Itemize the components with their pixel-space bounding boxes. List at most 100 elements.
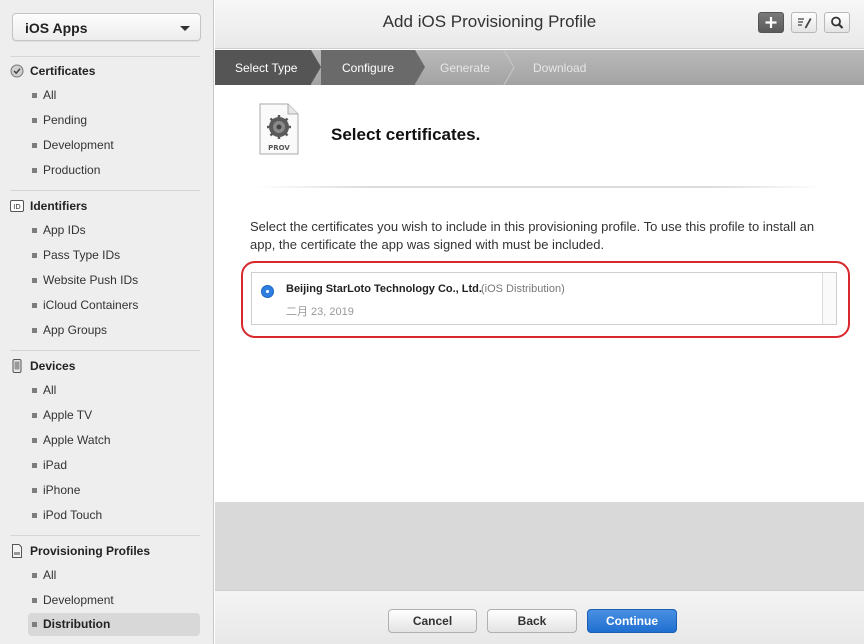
bullet-icon bbox=[32, 463, 37, 468]
sidebar-item-icloud-containers[interactable]: iCloud Containers bbox=[28, 294, 200, 317]
nav-label: Apple TV bbox=[43, 408, 93, 422]
instructions-text: Select the certificates you wish to incl… bbox=[250, 219, 815, 252]
wizard-footer: Cancel Back Continue bbox=[215, 590, 864, 644]
bullet-icon bbox=[32, 488, 37, 493]
search-icon bbox=[831, 16, 844, 29]
divider bbox=[10, 56, 200, 57]
nav-label: iPod Touch bbox=[43, 508, 103, 522]
id-badge-text: ID bbox=[13, 203, 20, 211]
sidebar-item-apple-watch[interactable]: Apple Watch bbox=[28, 429, 200, 452]
sidebar-item-app-groups[interactable]: App Groups bbox=[28, 319, 200, 342]
nav-label: App Groups bbox=[43, 323, 108, 337]
section-identifiers[interactable]: ID Identifiers bbox=[0, 195, 214, 219]
sidebar-item-website-push-ids[interactable]: Website Push IDs bbox=[28, 269, 200, 292]
sidebar-item-certificates-production[interactable]: Production bbox=[28, 159, 200, 182]
device-icon bbox=[12, 359, 22, 373]
sidebar-item-ipad[interactable]: iPad bbox=[28, 454, 200, 477]
step-generate: Generate bbox=[425, 50, 505, 85]
sidebar-item-iphone[interactable]: iPhone bbox=[28, 479, 200, 502]
nav-label: Distribution bbox=[43, 617, 111, 631]
bullet-icon bbox=[32, 328, 37, 333]
platform-select[interactable]: iOS Apps bbox=[12, 13, 201, 41]
section-heading: Select certificates. bbox=[331, 125, 481, 144]
sidebar-item-apple-tv[interactable]: Apple TV bbox=[28, 404, 200, 427]
sidebar-item-certificates-pending[interactable]: Pending bbox=[28, 109, 200, 132]
document-icon bbox=[12, 544, 22, 558]
bullet-icon bbox=[32, 118, 37, 123]
section-title: Identifiers bbox=[30, 199, 88, 213]
section-provisioning-profiles[interactable]: Provisioning Profiles bbox=[0, 540, 214, 564]
step-label: Download bbox=[533, 61, 587, 75]
annotation-highlight bbox=[241, 261, 850, 338]
sidebar-item-app-ids[interactable]: App IDs bbox=[28, 219, 200, 242]
divider bbox=[10, 350, 200, 351]
nav-label: Pass Type IDs bbox=[43, 248, 121, 262]
sidebar: iOS Apps Certificates All Pending Develo… bbox=[0, 0, 214, 644]
sidebar-item-pass-type-ids[interactable]: Pass Type IDs bbox=[28, 244, 200, 267]
sidebar-item-certificates-all[interactable]: All bbox=[28, 84, 200, 107]
sidebar-item-profiles-all[interactable]: All bbox=[28, 564, 200, 587]
sidebar-item-devices-all[interactable]: All bbox=[28, 379, 200, 402]
bullet-icon bbox=[32, 513, 37, 518]
bullet-icon bbox=[32, 622, 37, 627]
step-select-type: Select Type bbox=[215, 50, 311, 85]
nav-label: All bbox=[43, 383, 57, 397]
continue-button[interactable]: Continue bbox=[587, 609, 677, 633]
nav-label: iPad bbox=[43, 458, 68, 472]
nav-label: Apple Watch bbox=[43, 433, 111, 447]
search-button[interactable] bbox=[824, 12, 850, 33]
step-download: Download bbox=[515, 50, 615, 85]
bullet-icon bbox=[32, 228, 37, 233]
sidebar-item-profiles-development[interactable]: Development bbox=[28, 589, 200, 612]
section-certificates[interactable]: Certificates bbox=[0, 60, 214, 84]
edit-button[interactable] bbox=[791, 12, 817, 33]
prov-label: PROV bbox=[268, 144, 290, 152]
sidebar-item-ipod-touch[interactable]: iPod Touch bbox=[28, 504, 200, 527]
content-background bbox=[215, 502, 864, 590]
bullet-icon bbox=[32, 413, 37, 418]
back-button[interactable]: Back bbox=[487, 609, 577, 633]
bullet-icon bbox=[32, 303, 37, 308]
nav-label: Website Push IDs bbox=[43, 273, 139, 287]
bullet-icon bbox=[32, 573, 37, 578]
nav-label: All bbox=[43, 88, 57, 102]
nav-label: All bbox=[43, 568, 57, 582]
wizard-steps: Select Type Configure Generate Download bbox=[215, 50, 864, 85]
section-devices[interactable]: Devices bbox=[0, 355, 214, 379]
nav-label: Production bbox=[43, 163, 101, 177]
nav-label: Pending bbox=[43, 113, 88, 127]
step-configure: Configure bbox=[321, 50, 415, 85]
section-title: Certificates bbox=[30, 64, 96, 78]
bullet-icon bbox=[32, 93, 37, 98]
nav-label: Development bbox=[43, 138, 114, 152]
page-header: Add iOS Provisioning Profile bbox=[215, 0, 864, 49]
caret-down-icon bbox=[180, 26, 190, 31]
divider bbox=[10, 190, 200, 191]
certificate-icon bbox=[10, 64, 24, 78]
section-title: Devices bbox=[30, 359, 76, 373]
step-arrow bbox=[311, 50, 321, 84]
bullet-icon bbox=[32, 388, 37, 393]
divider bbox=[10, 535, 200, 536]
bullet-icon bbox=[32, 598, 37, 603]
step-separator bbox=[503, 50, 515, 85]
main-content: PROV Select certificates. Select the cer… bbox=[215, 85, 864, 502]
step-label: Select Type bbox=[235, 61, 298, 75]
add-icon bbox=[765, 17, 777, 28]
nav-label: iCloud Containers bbox=[43, 298, 139, 312]
nav-label: App IDs bbox=[43, 223, 86, 237]
bullet-icon bbox=[32, 438, 37, 443]
nav-label: iPhone bbox=[43, 483, 81, 497]
provisioning-profile-icon: PROV bbox=[259, 103, 299, 155]
page-title: Add iOS Provisioning Profile bbox=[382, 12, 597, 31]
sidebar-item-certificates-development[interactable]: Development bbox=[28, 134, 200, 157]
bullet-icon bbox=[32, 168, 37, 173]
add-button[interactable] bbox=[758, 12, 784, 33]
bullet-icon bbox=[32, 253, 37, 258]
nav-label: Development bbox=[43, 593, 114, 607]
divider bbox=[255, 186, 825, 188]
cancel-button[interactable]: Cancel bbox=[388, 609, 477, 633]
step-arrow bbox=[415, 50, 425, 84]
bullet-icon bbox=[32, 278, 37, 283]
sidebar-item-profiles-distribution[interactable]: Distribution bbox=[28, 613, 200, 636]
